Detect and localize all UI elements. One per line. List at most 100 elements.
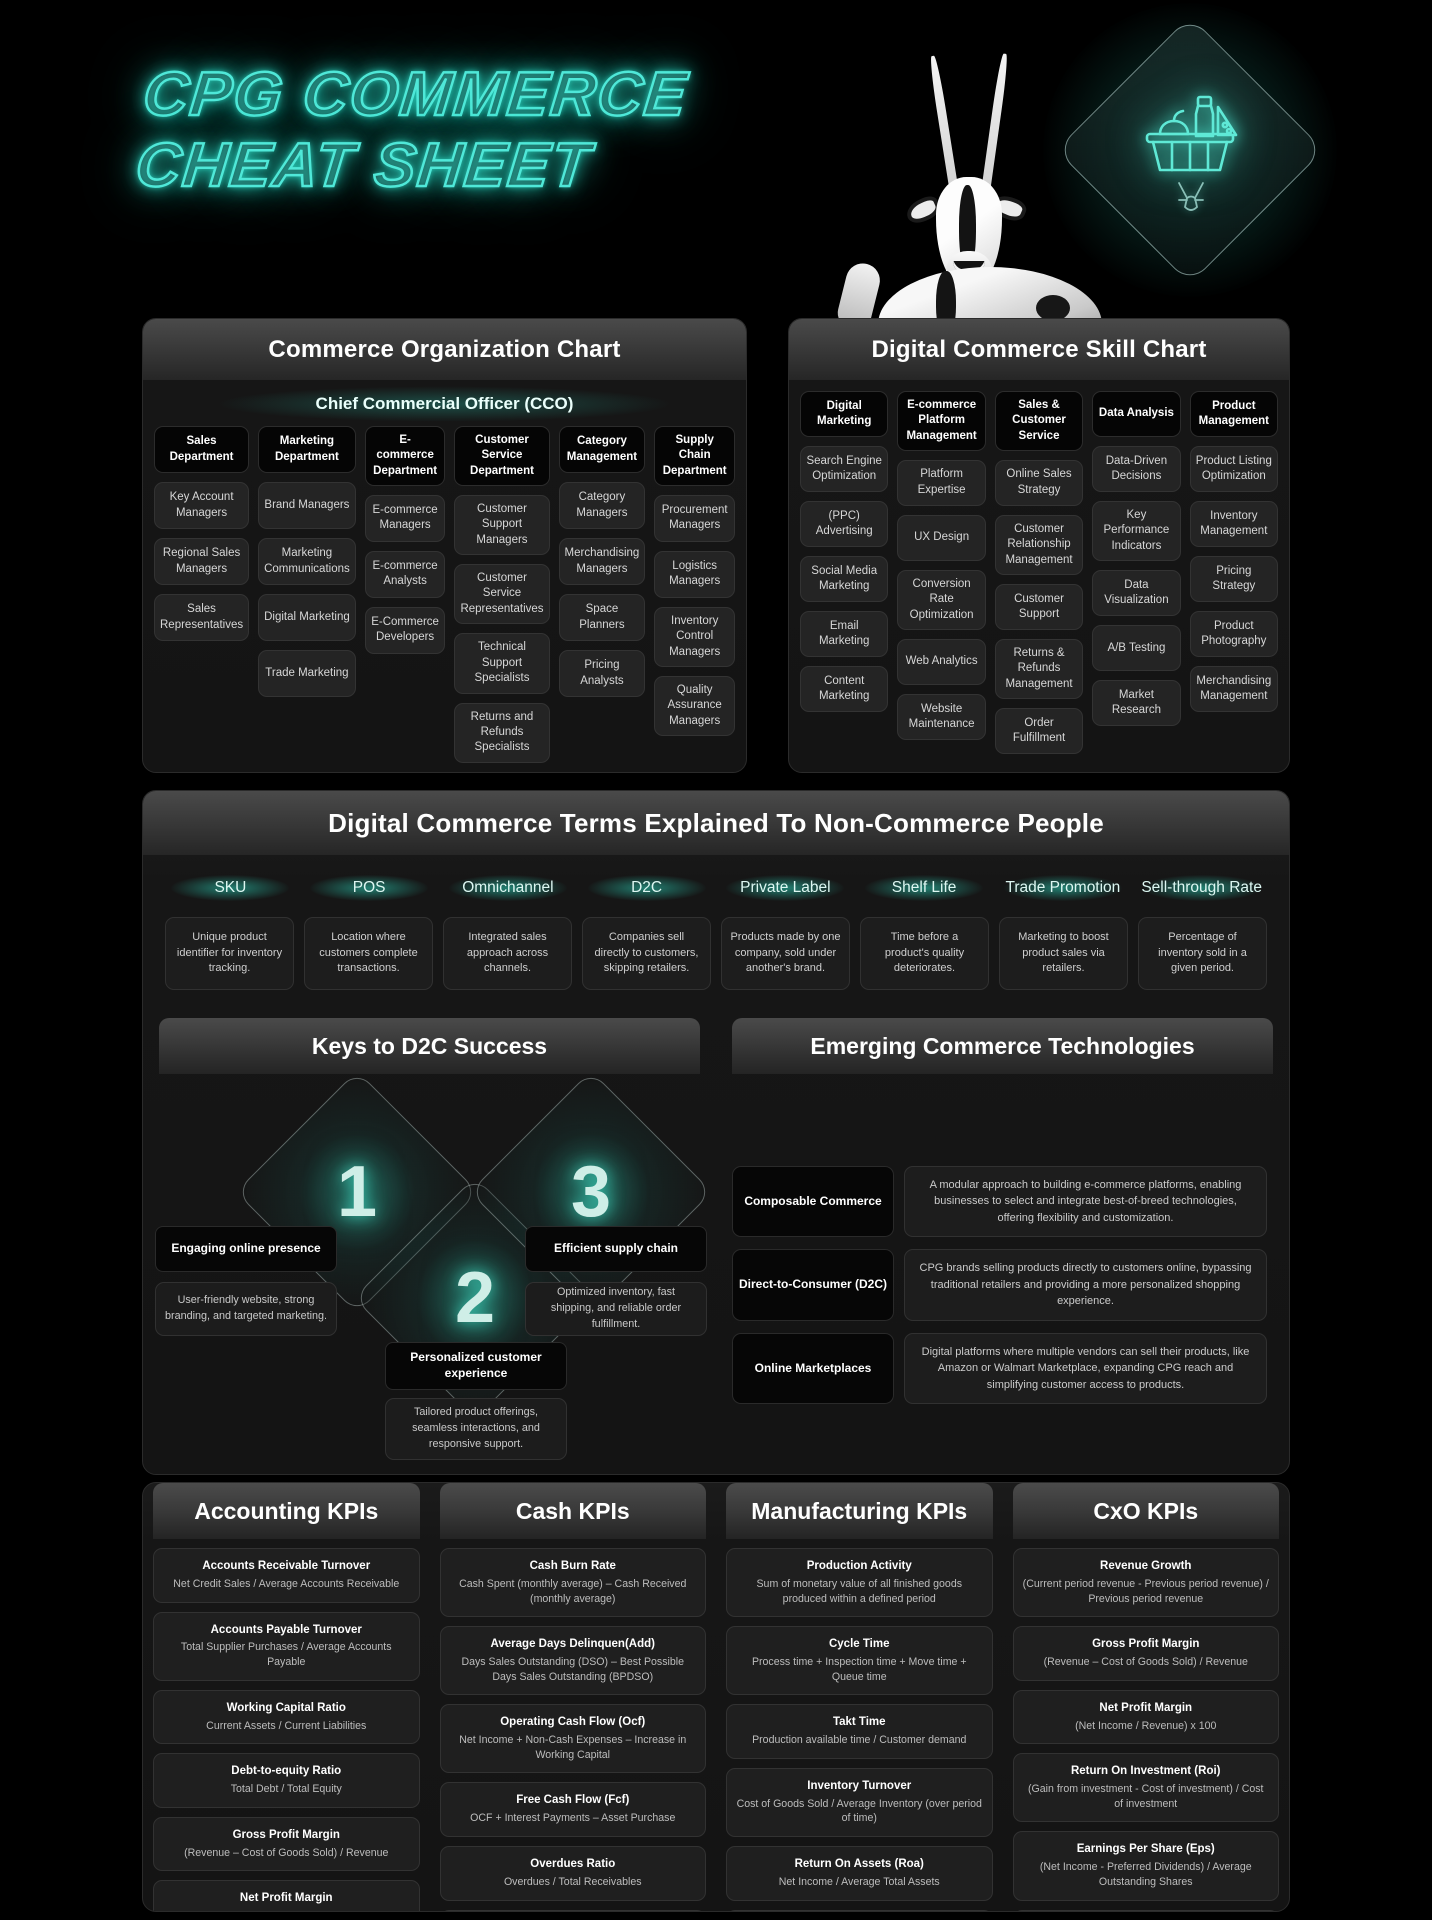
skill-item-cell[interactable]: Market Research (1092, 680, 1181, 727)
skill-item-cell[interactable]: Social Media Marketing (800, 556, 889, 602)
org-department-chip[interactable]: Customer Service Department (454, 426, 550, 486)
kpi-formula: (Revenue – Cost of Goods Sold) / Revenue (184, 1846, 389, 1859)
org-role-cell[interactable]: Marketing Communications (258, 538, 356, 585)
skill-item-cell[interactable]: Order Fulfillment (994, 708, 1084, 755)
org-role-cell[interactable]: E-Commerce Developers (364, 606, 446, 654)
kpi-item[interactable]: Inventory Turnover Cost of Goods Sold / A… (726, 1767, 993, 1838)
kpi-item[interactable]: Working Capital Ratio Current Assets / Cu… (153, 1689, 420, 1745)
kpi-item[interactable]: Takt Time Production available time / Cus… (726, 1704, 993, 1759)
skill-item-cell[interactable]: Content Marketing (800, 666, 889, 712)
kpi-item[interactable]: Return On Assets (Roa) Net Income / Avera… (726, 1846, 993, 1901)
kpi-item[interactable]: Free Cash Flow (Fcf) OCF + Interest Payme… (439, 1782, 706, 1838)
skill-item-cell[interactable]: Online Sales Strategy (994, 459, 1084, 506)
skill-item-cell[interactable]: Email Marketing (800, 611, 889, 657)
org-role-cell[interactable]: Digital Marketing (258, 594, 356, 641)
kpi-item[interactable]: Average Days Delinquen(Add) Days Sales Ou… (439, 1626, 706, 1696)
org-role-cell[interactable]: Trade Marketing (258, 650, 356, 697)
org-role-cell[interactable]: Brand Managers (258, 482, 356, 529)
skill-item-cell[interactable]: Web Analytics (897, 639, 986, 686)
kpi-item[interactable]: Net Profit Margin (Net Income / Revenue) … (1012, 1689, 1279, 1745)
skill-item-cell[interactable]: Customer Relationship Management (994, 514, 1084, 576)
org-role-cell[interactable]: Returns and Refunds Specialists (454, 702, 550, 763)
org-role-cell[interactable]: Inventory Control Managers (654, 606, 736, 668)
skill-category-chip[interactable]: Digital Marketing (800, 391, 889, 437)
d2c-and-tech-row: Keys to D2C Success 1 2 3 Engaging onlin… (143, 1017, 1289, 1474)
org-department-chip[interactable]: Category Management (558, 426, 646, 473)
org-role-cell[interactable]: Logistics Managers (654, 550, 736, 598)
org-role-cell[interactable]: Sales Representatives (154, 594, 250, 641)
kpi-item[interactable]: Operating Cash Flow (Ocf) Net Income + No… (439, 1704, 706, 1774)
tech-name[interactable]: Direct-to-Consumer (D2C) (732, 1249, 894, 1321)
org-role-cell[interactable]: Category Managers (558, 482, 646, 529)
tech-row: Direct-to-Consumer (D2C) CPG brands selli… (732, 1249, 1267, 1321)
skill-category-chip[interactable]: Sales & Customer Service (994, 391, 1084, 451)
org-role-cell[interactable]: Customer Support Managers (454, 494, 550, 556)
org-role-cell[interactable]: E-commerce Managers (364, 494, 446, 542)
org-role-cell[interactable]: Pricing Analysts (558, 650, 646, 697)
skill-item-cell[interactable]: Key Performance Indicators (1092, 501, 1181, 562)
kpi-name: Takt Time (832, 1716, 886, 1729)
skill-item-cell[interactable]: Merchandising Management (1189, 666, 1279, 712)
skill-item-cell[interactable]: (PPC) Advertising (800, 501, 889, 547)
kpi-name: Net Profit Margin (239, 1892, 333, 1905)
kpi-item[interactable]: Overdues Ratio Overdues / Total Receivabl… (439, 1846, 706, 1901)
skill-item-cell[interactable]: A/B Testing (1092, 625, 1181, 672)
skill-item-cell[interactable]: Website Maintenance (897, 694, 986, 741)
kpi-item[interactable]: Debt-to-equity Ratio Total Debt / Total E… (153, 1753, 420, 1808)
kpi-item[interactable]: Days Of Inventory OutstandingAverage Inv… (439, 1909, 706, 1911)
org-role-cell[interactable]: Merchandising Managers (558, 538, 646, 585)
skill-category-chip[interactable]: E-commerce Platform Management (897, 391, 986, 451)
org-department-chip[interactable]: Sales Department (154, 426, 250, 473)
org-role-cell[interactable]: Space Planners (558, 594, 646, 641)
kpi-item[interactable]: Accounts Receivable Turnover Net Credit S… (153, 1548, 420, 1603)
org-role-cell[interactable]: Regional Sales Managers (154, 538, 250, 585)
skill-chart-title: Digital Commerce Skill Chart (789, 319, 1289, 380)
skill-item-cell[interactable]: Platform Expertise (897, 459, 986, 506)
kpi-item[interactable]: Gross Profit Margin (Revenue – Cost of Go… (153, 1816, 420, 1872)
org-department-chip[interactable]: Supply Chain Department (654, 426, 736, 486)
kpi-formula: Overdues / Total Receivables (503, 1875, 642, 1888)
org-role-cell[interactable]: Technical Support Specialists (454, 633, 550, 694)
kpi-formula: (Revenue – Cost of Goods Sold) / Revenue (1043, 1656, 1248, 1669)
kpi-item[interactable]: Production Activity Sum of monetary value… (726, 1548, 993, 1618)
org-role-cell[interactable]: Key Account Managers (154, 482, 250, 529)
skill-item-cell[interactable]: Search Engine Optimization (800, 446, 889, 492)
kpi-item[interactable]: Return On Investment (Roi) (Gain from inv… (1012, 1753, 1279, 1823)
skill-item-cell[interactable]: Data Visualization (1092, 570, 1181, 617)
term-name: Trade Promotion (998, 873, 1129, 903)
skill-item-cell[interactable]: Product Listing Optimization (1189, 446, 1279, 492)
kpi-name: Earnings Per Share (Eps) (1076, 1843, 1215, 1856)
org-role-cell[interactable]: Procurement Managers (654, 494, 736, 542)
tech-name[interactable]: Composable Commerce (732, 1165, 894, 1238)
skill-category-chip[interactable]: Product Management (1189, 391, 1279, 437)
kpi-name: Gross Profit Margin (1092, 1638, 1200, 1651)
org-role-cell[interactable]: Customer Service Representatives (454, 564, 550, 625)
kpi-item[interactable]: Net Profit Margin Net Income / Revenue (153, 1880, 420, 1911)
org-role-cell[interactable]: E-commerce Analysts (364, 550, 446, 598)
skill-item-cell[interactable]: Inventory Management (1189, 501, 1279, 547)
kpi-item[interactable]: Revenue Growth (Current period revenue - … (1012, 1548, 1279, 1618)
tech-name[interactable]: Online Marketplaces (732, 1332, 894, 1405)
kpi-formula: Cost of Goods Sold / Average Inventory (… (736, 1797, 982, 1825)
skill-item-cell[interactable]: Data-Driven Decisions (1092, 446, 1181, 492)
kpi-item[interactable]: Gross Profit Margin (Revenue – Cost of Go… (1012, 1626, 1279, 1681)
kpi-item[interactable]: Customer Acquisition Cost (Cac)Total Mar… (1012, 1909, 1279, 1911)
skill-item-cell[interactable]: Product Photography (1189, 611, 1279, 657)
kpi-name: Net Profit Margin (1099, 1701, 1193, 1714)
kpi-item[interactable]: Cycle Time Process time + Inspection time… (726, 1626, 993, 1696)
term-name-label: Omnichannel (462, 879, 554, 896)
skill-item-cell[interactable]: Returns & Refunds Management (994, 639, 1084, 700)
kpi-item[interactable]: First Past YieldNumber of good products … (726, 1909, 993, 1911)
org-role-cell[interactable]: Quality Assurance Managers (654, 676, 736, 737)
org-department-chip[interactable]: Marketing Department (258, 426, 356, 473)
org-department-chip[interactable]: E-commerce Department (364, 426, 446, 486)
kpi-item[interactable]: Accounts Payable Turnover Total Supplier … (153, 1611, 420, 1681)
skill-item-cell[interactable]: Customer Support (994, 584, 1084, 631)
skill-category-chip[interactable]: Data Analysis (1092, 391, 1181, 437)
skill-item-cell[interactable]: Conversion Rate Optimization (897, 569, 986, 631)
skill-item-cell[interactable]: UX Design (897, 514, 986, 561)
kpi-item[interactable]: Earnings Per Share (Eps) (Net Income - Pr… (1012, 1831, 1279, 1901)
kpi-item[interactable]: Cash Burn Rate Cash Spent (monthly averag… (439, 1548, 706, 1618)
skill-item-cell[interactable]: Pricing Strategy (1189, 556, 1279, 602)
term-definition: Products made by one company, sold under… (721, 917, 850, 990)
